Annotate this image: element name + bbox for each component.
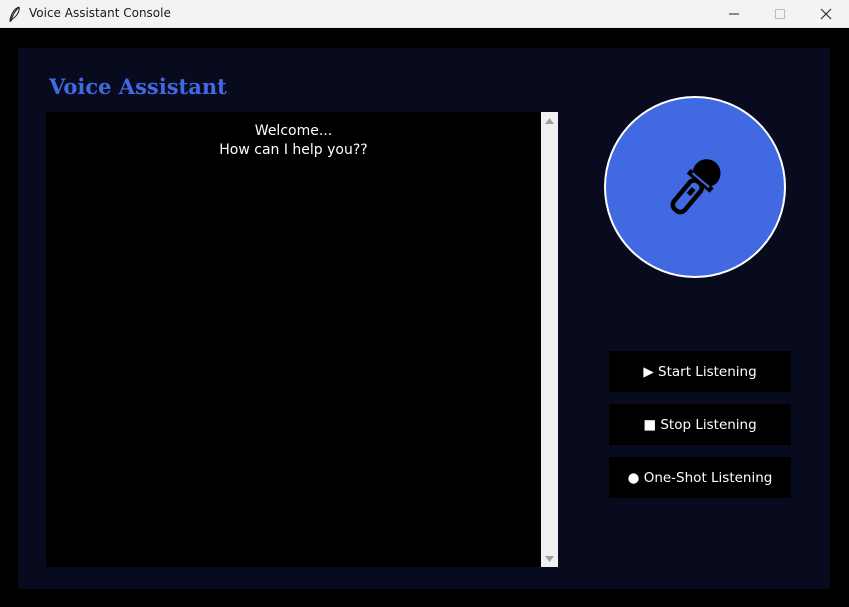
minimize-icon xyxy=(729,13,739,15)
minimize-button[interactable] xyxy=(711,0,757,28)
close-icon xyxy=(820,8,832,20)
one-shot-listening-button[interactable]: ● One-Shot Listening xyxy=(609,457,791,498)
close-button[interactable] xyxy=(803,0,849,28)
scroll-down-arrow-icon xyxy=(545,555,554,562)
app-heading: Voice Assistant xyxy=(49,74,227,99)
scroll-down-button[interactable] xyxy=(541,550,558,567)
scroll-up-button[interactable] xyxy=(541,112,558,129)
microphone-button[interactable] xyxy=(604,96,786,278)
vertical-scrollbar[interactable] xyxy=(541,112,558,567)
maximize-icon xyxy=(775,9,785,19)
microphone-icon xyxy=(670,159,721,215)
window-title: Voice Assistant Console xyxy=(29,6,171,20)
stop-listening-button[interactable]: ■ Stop Listening xyxy=(609,404,791,445)
message-line: How can I help you?? xyxy=(219,142,368,158)
conversation-output[interactable]: Welcome... How can I help you?? xyxy=(46,112,541,567)
feather-icon xyxy=(9,6,20,22)
title-bar: Voice Assistant Console xyxy=(0,0,849,28)
scroll-up-arrow-icon xyxy=(545,117,554,124)
message-line: Welcome... xyxy=(254,123,333,139)
start-listening-button[interactable]: ▶ Start Listening xyxy=(609,351,791,392)
maximize-button[interactable] xyxy=(757,0,803,28)
